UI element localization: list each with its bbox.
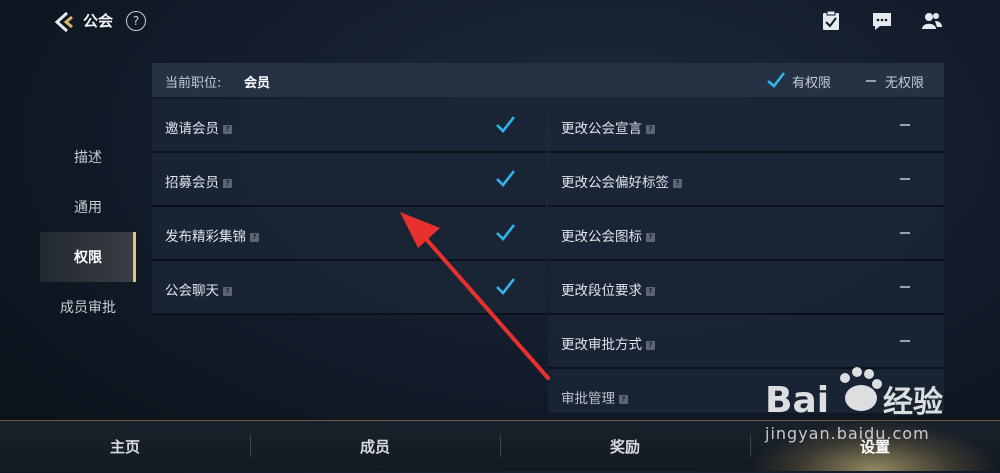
help-icon[interactable]: ? xyxy=(126,11,146,31)
permission-label: 招募会员 xyxy=(165,175,219,191)
top-bar: 公会 ? xyxy=(0,0,1000,44)
permission-row: 更改公会偏好标签? xyxy=(548,153,944,207)
permission-label: 发布精彩集锦 xyxy=(165,229,246,245)
dash-icon xyxy=(900,286,910,288)
back-arrow-icon[interactable] xyxy=(50,8,78,36)
legend-no-permission: 无权限 xyxy=(885,76,925,91)
current-role-value: 会员 xyxy=(244,76,271,91)
sidebar-item-member-approval[interactable]: 成员审批 xyxy=(40,282,136,332)
dash-icon xyxy=(900,340,910,342)
permission-label: 审批管理 xyxy=(561,391,615,407)
check-icon xyxy=(767,72,786,88)
permission-row: 更改公会宣言? xyxy=(548,99,944,153)
permission-row: 发布精彩集锦? xyxy=(152,207,546,261)
permission-label: 邀请会员 xyxy=(165,121,219,137)
clipboard-check-icon[interactable] xyxy=(820,10,842,32)
permission-label: 更改公会宣言 xyxy=(561,121,642,137)
question-icon[interactable]: ? xyxy=(646,232,655,242)
permission-row: 更改段位要求? xyxy=(548,261,944,315)
check-icon xyxy=(496,224,516,241)
dash-icon xyxy=(900,232,910,234)
tab-rewards[interactable]: 奖励 xyxy=(500,421,750,471)
permission-label: 更改审批方式 xyxy=(561,337,642,353)
permission-label: 公会聊天 xyxy=(165,283,219,299)
question-icon[interactable]: ? xyxy=(250,232,259,242)
question-icon[interactable]: ? xyxy=(223,286,232,296)
sidebar-item-label: 权限 xyxy=(74,250,102,266)
permission-label: 更改段位要求 xyxy=(561,283,642,299)
question-icon[interactable]: ? xyxy=(673,178,682,188)
svg-text:经验: 经验 xyxy=(883,385,943,420)
check-icon xyxy=(496,278,516,295)
current-role-label: 当前职位: xyxy=(165,76,222,91)
sidebar-item-label: 成员审批 xyxy=(60,300,116,316)
sidebar-item-label: 描述 xyxy=(74,150,102,166)
check-icon xyxy=(496,116,516,133)
sidebar-item-general[interactable]: 通用 xyxy=(40,182,136,232)
tab-members[interactable]: 成员 xyxy=(250,421,500,471)
permission-label: 更改公会图标 xyxy=(561,229,642,245)
question-icon[interactable]: ? xyxy=(646,286,655,296)
question-icon[interactable]: ? xyxy=(619,394,628,404)
question-icon[interactable]: ? xyxy=(646,340,655,350)
dash-icon xyxy=(866,80,876,82)
question-icon[interactable]: ? xyxy=(223,178,232,188)
legend-has-permission: 有权限 xyxy=(792,76,832,91)
permission-row: 公会聊天? xyxy=(152,261,546,315)
dash-icon xyxy=(900,178,910,180)
check-icon xyxy=(496,170,516,187)
sidebar-item-label: 通用 xyxy=(74,200,102,216)
sidebar-item-description[interactable]: 描述 xyxy=(40,132,136,182)
svg-text:Bai: Bai xyxy=(765,380,829,421)
question-icon[interactable]: ? xyxy=(646,124,655,134)
sidebar-item-permissions[interactable]: 权限 xyxy=(40,232,136,282)
question-icon[interactable]: ? xyxy=(223,124,232,134)
permission-label: 更改公会偏好标签 xyxy=(561,175,669,191)
permission-row: 更改公会图标? xyxy=(548,207,944,261)
watermark-url: jingyan.baidu.com xyxy=(765,424,930,443)
page-title: 公会 xyxy=(83,12,114,30)
dash-icon xyxy=(900,124,910,126)
permissions-header: 当前职位: 会员 有权限 无权限 xyxy=(152,63,944,97)
permission-row: 招募会员? xyxy=(152,153,546,207)
chat-icon[interactable] xyxy=(871,10,893,32)
permission-row: 邀请会员? xyxy=(152,99,546,153)
tab-home[interactable]: 主页 xyxy=(0,421,250,471)
members-icon[interactable] xyxy=(921,10,943,32)
